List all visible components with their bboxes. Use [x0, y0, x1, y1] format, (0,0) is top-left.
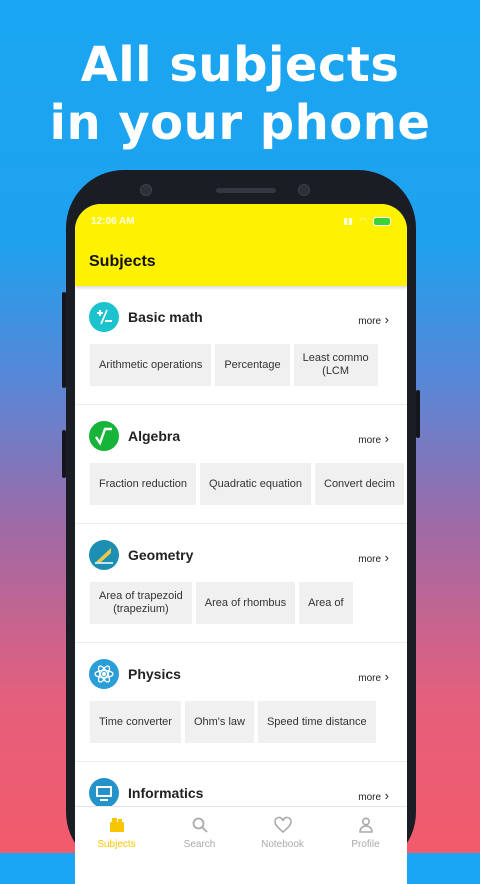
chevron-right-icon: › — [381, 312, 389, 327]
subject-section-algebra: Algebra more › Fraction reduction Quadratic… — [75, 405, 407, 524]
topic-chip[interactable]: Area of — [299, 582, 353, 624]
topic-chip[interactable]: Speed time distance — [257, 701, 376, 743]
search-icon — [191, 815, 209, 835]
topic-chips: Fraction reduction Quadratic equation Conv… — [90, 463, 404, 505]
nav-label: Notebook — [261, 839, 304, 850]
more-label: more — [358, 792, 382, 803]
nav-item-subjects[interactable]: Subjects — [75, 807, 158, 867]
computer-icon — [89, 778, 119, 806]
topic-chip[interactable]: Convert decim — [315, 463, 404, 505]
side-button-left — [62, 292, 66, 388]
topic-chips: Area of trapezoid (trapezium) Area of rho… — [90, 582, 353, 624]
battery-icon — [373, 216, 391, 226]
topic-chip[interactable]: Arithmetic operations — [90, 344, 212, 386]
subject-title: Basic math — [128, 309, 203, 325]
more-label: more — [358, 316, 382, 327]
subject-title: Geometry — [128, 547, 194, 563]
subject-title: Algebra — [128, 428, 181, 444]
person-icon — [357, 815, 375, 835]
page-title: Subjects — [89, 253, 156, 270]
topic-chip[interactable]: Quadratic equation — [200, 463, 311, 505]
topic-chip[interactable]: Area of rhombus — [195, 582, 296, 624]
topic-chip[interactable]: Area of trapezoid (trapezium) — [90, 582, 192, 624]
more-label: more — [358, 435, 382, 446]
topic-chip[interactable]: Fraction reduction — [90, 463, 197, 505]
more-link[interactable]: more › — [358, 431, 389, 446]
topic-chip[interactable]: Time converter — [90, 701, 181, 743]
nav-label: Search — [183, 839, 216, 850]
subject-section-geometry: Geometry more › Area of trapezoid (trapezi… — [75, 524, 407, 643]
topic-chips: Time converter Ohm's law Speed time distan… — [90, 701, 376, 743]
subject-header[interactable]: Algebra — [89, 421, 180, 451]
atom-icon — [89, 659, 119, 689]
subject-section-informatics: Informatics more › — [75, 762, 407, 806]
app-bar: Subjects — [75, 238, 407, 286]
signal-icon: ▮▮ — [343, 215, 354, 226]
headline: All subjects in your phone — [0, 36, 480, 152]
side-button-right — [416, 390, 420, 438]
subject-header[interactable]: Basic math — [89, 302, 203, 332]
nav-item-profile[interactable]: Profile — [324, 807, 407, 867]
phone-frame: 12:06 AM ▮▮ ◠ Subjects Basic math more › A… — [62, 170, 420, 884]
subject-header[interactable]: Geometry — [89, 540, 193, 570]
chevron-right-icon: › — [381, 669, 389, 684]
more-link[interactable]: more › — [358, 550, 389, 565]
side-button-left-2 — [62, 430, 66, 478]
topic-chips: Arithmetic operations Percentage Least com… — [90, 344, 378, 386]
topic-chip[interactable]: Ohm's law — [184, 701, 254, 743]
sensor-icon — [298, 184, 310, 196]
headline-line-1: All subjects — [80, 37, 400, 93]
subject-header[interactable]: Informatics — [89, 778, 203, 806]
triangle-ruler-icon — [89, 540, 119, 570]
nav-label: Subjects — [97, 839, 136, 850]
headline-line-2: in your phone — [49, 95, 431, 151]
status-bar: 12:06 AM ▮▮ ◠ — [75, 204, 407, 238]
phone-screen: 12:06 AM ▮▮ ◠ Subjects Basic math more › A… — [75, 204, 407, 884]
topic-chip[interactable]: Least commo (LCM — [293, 344, 378, 386]
chevron-right-icon: › — [381, 431, 389, 446]
subject-section-basic-math: Basic math more › Arithmetic operations Per… — [75, 286, 407, 405]
heart-icon — [273, 815, 293, 835]
topic-chip[interactable]: Percentage — [215, 344, 290, 386]
chevron-right-icon: › — [381, 788, 389, 803]
status-time: 12:06 AM — [91, 215, 135, 227]
nav-label: Profile — [351, 839, 380, 850]
bottom-nav: Subjects Search Notebook Profile — [75, 806, 407, 867]
books-icon — [108, 815, 126, 835]
chevron-right-icon: › — [381, 550, 389, 565]
more-link[interactable]: more › — [358, 788, 389, 803]
nav-item-notebook[interactable]: Notebook — [241, 807, 324, 867]
more-link[interactable]: more › — [358, 312, 389, 327]
more-link[interactable]: more › — [358, 669, 389, 684]
earpiece-speaker — [216, 188, 276, 193]
square-root-icon — [89, 421, 119, 451]
subject-header[interactable]: Physics — [89, 659, 181, 689]
more-label: more — [358, 554, 382, 565]
front-camera-icon — [140, 184, 152, 196]
wifi-icon: ◠ — [359, 215, 367, 226]
subject-title: Informatics — [128, 785, 204, 801]
subjects-list[interactable]: Basic math more › Arithmetic operations Per… — [75, 286, 407, 806]
more-label: more — [358, 673, 382, 684]
nav-item-search[interactable]: Search — [158, 807, 241, 867]
subject-title: Physics — [128, 666, 181, 682]
plus-minus-icon — [89, 302, 119, 332]
subject-section-physics: Physics more › Time converter Ohm's law Spee… — [75, 643, 407, 762]
